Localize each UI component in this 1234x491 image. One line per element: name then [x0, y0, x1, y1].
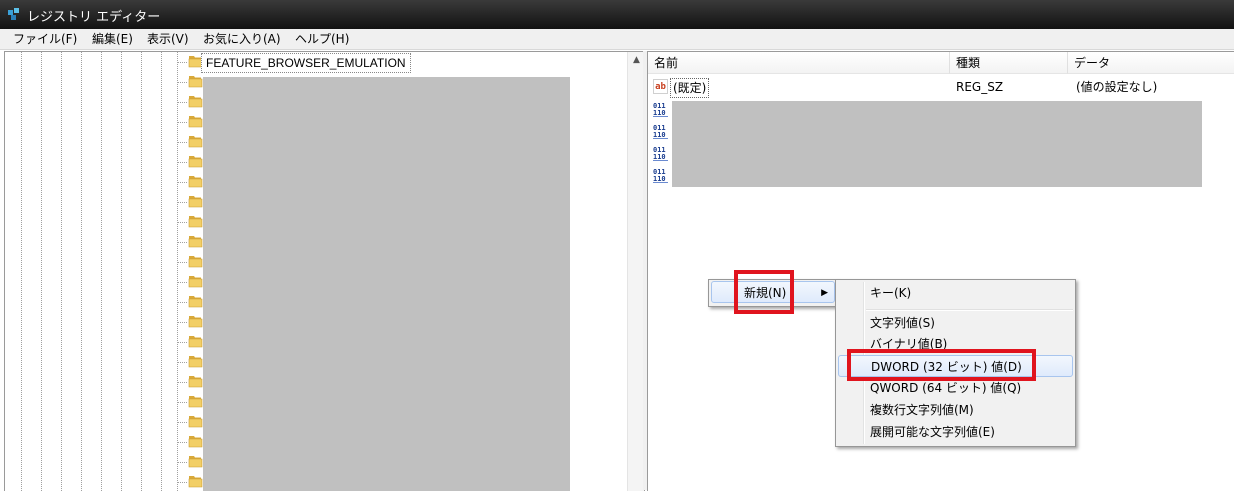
- folder-icon: [188, 256, 203, 268]
- tree-branch-line: [177, 262, 187, 263]
- tree-guide-line: [61, 52, 62, 491]
- tree-branch-line: [177, 142, 187, 143]
- tree-branch-line: [177, 322, 187, 323]
- tree-branch-line: [177, 102, 187, 103]
- tree-branch-line: [177, 62, 187, 63]
- redacted-area: [672, 101, 1202, 187]
- value-row-default[interactable]: ab (既定) REG_SZ (値の設定なし): [648, 76, 1234, 98]
- folder-icon: [188, 196, 203, 208]
- tree-branch-line: [177, 402, 187, 403]
- column-header-type[interactable]: 種類: [950, 52, 1068, 74]
- tree-guide-line: [141, 52, 142, 491]
- folder-icon: [188, 456, 203, 468]
- folder-icon: [188, 316, 203, 328]
- tree-branch-line: [177, 382, 187, 383]
- tree-branch-line: [177, 482, 187, 483]
- tree-guide-line: [21, 52, 22, 491]
- menu-item-string-value[interactable]: 文字列値(S): [838, 312, 1073, 334]
- tree-branch-line: [177, 422, 187, 423]
- highlight-box-dword: [847, 349, 1036, 381]
- folder-icon: [188, 236, 203, 248]
- binary-value-icon: 011 110: [653, 146, 668, 161]
- folder-icon: [188, 76, 203, 88]
- tree-guide-line: [101, 52, 102, 491]
- highlight-box-new: [734, 270, 794, 314]
- window-title: レジストリ エディター: [27, 10, 161, 25]
- menu-separator: [866, 309, 1073, 311]
- redacted-area: [203, 77, 570, 491]
- tree-branch-line: [177, 282, 187, 283]
- tree-branch-line: [177, 82, 187, 83]
- folder-icon: [188, 396, 203, 408]
- folder-icon: [188, 296, 203, 308]
- menu-view[interactable]: 表示(V): [144, 31, 192, 47]
- tree-branch-line: [177, 442, 187, 443]
- tree-guide-line: [161, 52, 162, 491]
- menu-file[interactable]: ファイル(F): [10, 31, 80, 47]
- tree-branch-line: [177, 462, 187, 463]
- tree-branch-line: [177, 222, 187, 223]
- folder-icon: [188, 96, 203, 108]
- tree-branch-line: [177, 182, 187, 183]
- binary-value-icon: 011 110: [653, 102, 668, 117]
- submenu-arrow-icon: ▶: [821, 288, 828, 298]
- folder-icon: [188, 436, 203, 448]
- string-value-icon: ab: [653, 79, 668, 94]
- binary-value-icon: 011 110: [653, 124, 668, 139]
- folder-icon: [188, 176, 203, 188]
- folder-icon: [188, 156, 203, 168]
- menu-favorites[interactable]: お気に入り(A): [200, 31, 284, 47]
- folder-icon: [188, 216, 203, 228]
- folder-icon: [188, 376, 203, 388]
- value-name: (既定): [670, 78, 710, 98]
- folder-icon: [188, 336, 203, 348]
- binary-value-icon: 011 110: [653, 168, 668, 183]
- tree-branch-line: [177, 162, 187, 163]
- column-header-data[interactable]: データ: [1068, 52, 1234, 74]
- menu-item-key[interactable]: キー(K): [838, 282, 1073, 304]
- folder-icon: [188, 416, 203, 428]
- value-data: (値の設定なし): [1076, 80, 1158, 94]
- column-header-name[interactable]: 名前: [648, 52, 950, 74]
- tree-branch-line: [177, 202, 187, 203]
- tree-guide-line: [81, 52, 82, 491]
- key-tree-pane[interactable]: FEATURE_BROWSER_EMULATION ▲: [4, 51, 645, 491]
- value-type: REG_SZ: [956, 80, 1004, 94]
- folder-icon: [188, 116, 203, 128]
- regedit-icon: [8, 8, 19, 20]
- tree-branch-line: [177, 242, 187, 243]
- tree-guide-line: [121, 52, 122, 491]
- menu-bar: ファイル(F) 編集(E) 表示(V) お気に入り(A) ヘルプ(H): [0, 29, 1234, 50]
- tree-guide-line: [41, 52, 42, 491]
- folder-icon: [188, 136, 203, 148]
- tree-selected-key[interactable]: FEATURE_BROWSER_EMULATION: [201, 53, 411, 73]
- tree-branch-line: [177, 122, 187, 123]
- folder-icon: [188, 356, 203, 368]
- tree-branch-line: [177, 362, 187, 363]
- menu-edit[interactable]: 編集(E): [89, 31, 136, 47]
- menu-help[interactable]: ヘルプ(H): [292, 31, 352, 47]
- menu-item-expandable-string-value[interactable]: 展開可能な文字列値(E): [838, 421, 1073, 443]
- title-bar: レジストリ エディター: [0, 0, 1234, 29]
- folder-icon: [188, 276, 203, 288]
- menu-item-multi-string-value[interactable]: 複数行文字列値(M): [838, 399, 1073, 421]
- tree-branch-line: [177, 342, 187, 343]
- folder-icon: [188, 476, 203, 488]
- tree-branch-line: [177, 302, 187, 303]
